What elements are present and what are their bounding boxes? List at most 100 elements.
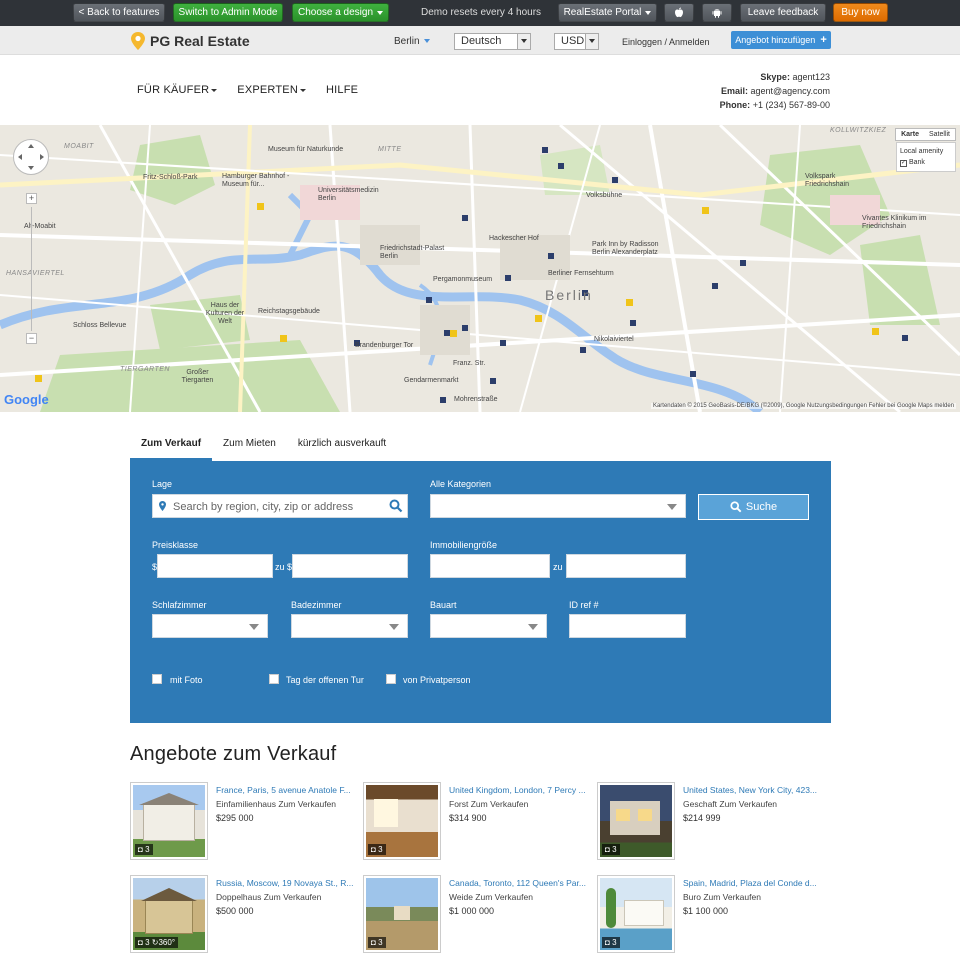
search-button[interactable]: Suche bbox=[698, 494, 809, 520]
listing-card[interactable]: ◘ 3 United Kingdom, London, 7 Percy ... … bbox=[363, 782, 593, 862]
android-button[interactable] bbox=[702, 3, 732, 22]
map-attribution[interactable]: Kartendaten © 2015 GeoBasis-DE/BKG (©200… bbox=[650, 403, 956, 409]
listing-photo[interactable]: ◘ 3 bbox=[597, 875, 675, 953]
listing-card[interactable]: ◘ 3 France, Paris, 5 avenue Anatole F...… bbox=[130, 782, 360, 862]
email-value[interactable]: agent@agency.com bbox=[750, 86, 830, 96]
google-logo: Google bbox=[4, 392, 49, 407]
listing-card[interactable]: ◘ 3 Canada, Toronto, 112 Queen's Par... … bbox=[363, 875, 593, 955]
listing-photo[interactable]: ◘ 3 bbox=[363, 782, 441, 860]
offers-heading: Angebote zum Verkauf bbox=[130, 743, 337, 765]
search-icon[interactable] bbox=[389, 499, 403, 513]
listing-price: $314 900 bbox=[449, 813, 487, 823]
map-label: Franz. Str. bbox=[453, 360, 486, 367]
listing-photo[interactable]: ◘ 3 bbox=[130, 782, 208, 860]
listing-address[interactable]: Spain, Madrid, Plaza del Conde d... bbox=[683, 878, 827, 888]
map-label: Schloss Bellevue bbox=[73, 322, 127, 329]
listing-price: $500 000 bbox=[216, 906, 254, 916]
nav-for-buyers[interactable]: FÜR KÄUFER bbox=[137, 84, 218, 96]
bank-label: Bank bbox=[908, 159, 925, 166]
bank-layer-toggle[interactable]: ✓ Bank bbox=[900, 157, 952, 168]
back-to-features-button[interactable]: < Back to features bbox=[73, 3, 165, 22]
camera-icon: ◘ bbox=[138, 938, 143, 947]
choose-design-button[interactable]: Choose a design bbox=[292, 3, 389, 22]
map-type-map[interactable]: Karte bbox=[896, 129, 924, 140]
map-view[interactable]: MOABIT Museum für Naturkunde MITTE KOLLW… bbox=[0, 125, 960, 412]
map-label: Großer Tiergarten bbox=[181, 369, 214, 384]
villa-photo: ◘ 3 bbox=[600, 878, 672, 950]
bedrooms-select[interactable] bbox=[152, 614, 268, 638]
currency-value: USD bbox=[561, 35, 585, 47]
site-logo[interactable]: PG Real Estate bbox=[131, 30, 250, 52]
with-photo-label: mit Foto bbox=[170, 675, 203, 685]
apple-button[interactable] bbox=[664, 3, 694, 22]
size-max-input[interactable] bbox=[566, 554, 686, 578]
map-type-satellite[interactable]: Satellit bbox=[924, 129, 955, 140]
email-label: Email: bbox=[720, 86, 748, 96]
photo-count: 3 bbox=[378, 845, 383, 854]
map-label: Pergamonmuseum bbox=[433, 276, 493, 283]
portal-label: RealEstate Portal bbox=[563, 7, 642, 18]
nav-help[interactable]: HILFE bbox=[326, 84, 358, 96]
buy-now-button[interactable]: Buy now bbox=[833, 3, 888, 22]
private-seller-checkbox[interactable] bbox=[386, 674, 396, 684]
listing-address[interactable]: United States, New York City, 423... bbox=[683, 785, 827, 795]
listing-address[interactable]: Canada, Toronto, 112 Queen's Par... bbox=[449, 878, 593, 888]
price-min-input[interactable] bbox=[157, 554, 273, 578]
map-label: Universitätsmedizin Berlin bbox=[318, 187, 379, 202]
city-selector[interactable]: Berlin bbox=[394, 36, 430, 47]
map-pan-control[interactable] bbox=[13, 139, 49, 175]
ref-id-input[interactable] bbox=[569, 614, 686, 638]
login-link[interactable]: Einloggen / Anmelden bbox=[622, 37, 710, 47]
tab-for-sale[interactable]: Zum Verkauf bbox=[130, 430, 213, 461]
add-listing-button[interactable]: Angebot hinzufügen + bbox=[731, 31, 831, 49]
bathrooms-label: Badezimmer bbox=[291, 600, 342, 610]
camera-icon: ◘ bbox=[605, 845, 610, 854]
listing-address[interactable]: Russia, Moscow, 19 Novaya St., R... bbox=[216, 878, 360, 888]
layer-title: Local amenity bbox=[900, 148, 944, 155]
design-label: Choose a design bbox=[297, 7, 374, 18]
open-house-checkbox[interactable] bbox=[269, 674, 279, 684]
listing-card[interactable]: ◘ 3 Spain, Madrid, Plaza del Conde d... … bbox=[597, 875, 827, 955]
listing-type: Forst Zum Verkaufen bbox=[449, 799, 529, 809]
listing-address[interactable]: United Kingdom, London, 7 Percy ... bbox=[449, 785, 593, 795]
category-select[interactable] bbox=[430, 494, 686, 518]
chevron-down-icon bbox=[249, 624, 259, 630]
with-photo-checkbox[interactable] bbox=[152, 674, 162, 684]
contact-email: Email: agent@agency.com bbox=[720, 84, 830, 98]
house-shape bbox=[143, 803, 195, 841]
price-max-input[interactable] bbox=[292, 554, 408, 578]
demo-toolbar: < Back to features Switch to Admin Mode … bbox=[0, 0, 960, 26]
nav-experts[interactable]: EXPERTEN bbox=[237, 84, 306, 96]
nav-label: FÜR KÄUFER bbox=[137, 84, 210, 96]
language-select[interactable]: Deutsch bbox=[454, 33, 531, 50]
zoom-slider[interactable] bbox=[31, 207, 32, 331]
listing-photo[interactable]: ◘ 3 bbox=[363, 875, 441, 953]
listing-photo[interactable]: ◘ 3 bbox=[597, 782, 675, 860]
build-type-select[interactable] bbox=[430, 614, 547, 638]
plus-icon: + bbox=[820, 34, 827, 46]
chevron-down-icon bbox=[389, 624, 399, 630]
bathrooms-select[interactable] bbox=[291, 614, 408, 638]
listing-price: $214 999 bbox=[683, 813, 721, 823]
listing-card[interactable]: ◘ 3 United States, New York City, 423...… bbox=[597, 782, 827, 862]
size-min-input[interactable] bbox=[430, 554, 550, 578]
leave-feedback-button[interactable]: Leave feedback bbox=[740, 3, 826, 22]
map-label: Mohrenstraße bbox=[454, 396, 498, 403]
tab-recently-sold[interactable]: kürzlich ausverkauft bbox=[287, 430, 397, 461]
currency-select[interactable]: USD bbox=[554, 33, 599, 50]
listing-address[interactable]: France, Paris, 5 avenue Anatole F... bbox=[216, 785, 360, 795]
admin-mode-button[interactable]: Switch to Admin Mode bbox=[173, 3, 283, 22]
build-type-label: Bauart bbox=[430, 600, 457, 610]
zoom-out-button[interactable]: − bbox=[26, 333, 37, 344]
search-icon bbox=[730, 501, 742, 513]
listing-type: Buro Zum Verkaufen bbox=[683, 892, 761, 902]
listing-type: Doppelhaus Zum Verkaufen bbox=[216, 892, 322, 902]
listing-photo[interactable]: ◘ 3 ↻ 360° bbox=[130, 875, 208, 953]
portal-button[interactable]: RealEstate Portal bbox=[558, 3, 657, 22]
camera-icon: ◘ bbox=[138, 845, 143, 854]
tab-for-rent[interactable]: Zum Mieten bbox=[212, 430, 287, 461]
location-input[interactable]: Search by region, city, zip or address bbox=[152, 494, 408, 518]
listing-card[interactable]: ◘ 3 ↻ 360° Russia, Moscow, 19 Novaya St.,… bbox=[130, 875, 360, 955]
zoom-in-button[interactable]: + bbox=[26, 193, 37, 204]
map-label: Reichstagsgebäude bbox=[258, 308, 320, 315]
